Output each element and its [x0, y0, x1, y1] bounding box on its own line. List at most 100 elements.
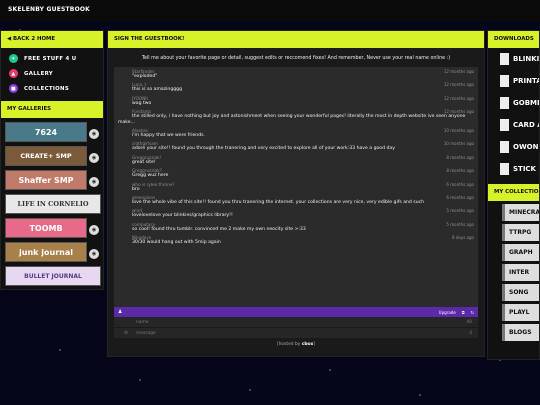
entry-timestamp: 12 months ago	[443, 95, 474, 101]
cbox-toolbar: ♟ Upgrade ⧉ ↻	[114, 307, 478, 317]
entry-timestamp: 5 months ago	[446, 208, 474, 214]
nav-gallery[interactable]: ▲ GALLERY	[1, 66, 103, 81]
message-char-count: 4	[469, 330, 472, 336]
download-label: STICK	[513, 165, 536, 173]
gallery-badge-icon: ◉	[89, 177, 99, 187]
collection-link[interactable]: MINECRAFT	[502, 204, 539, 221]
entry-message: love the whole vibe of this site!! found…	[132, 200, 425, 206]
entry-message: wag two	[132, 100, 152, 106]
gallery-banner-toomb[interactable]: TOOMB	[5, 218, 87, 238]
entry-timestamp: 6 months ago	[446, 195, 474, 201]
guestbook-entry: who is rylee throne? 6 months ago bro	[118, 182, 474, 192]
download-link[interactable]: CARD ACTIVIT	[488, 114, 539, 136]
guestbook-entry: Greggruzziak! 8 months ago great site!	[118, 155, 474, 165]
gift-icon: ✦	[9, 54, 18, 63]
guestbook-entry: Alaskas 10 months ago i'm happy that we we…	[118, 128, 474, 138]
entry-timestamp: 10 months ago	[443, 128, 474, 134]
gallery-badge-icon: ◉	[89, 129, 99, 139]
hosted-by: [hosted by cbox]	[276, 342, 316, 347]
guestbook-entry: computacy 5 months ago so cool! found thru…	[118, 222, 474, 232]
guestbook-entry: Greggruzziak? 8 months ago Gregg wuz here	[118, 168, 474, 178]
gallery-banner-7624[interactable]: 7624	[5, 122, 87, 142]
guestbook-entry: Nikodays 8 days ago 30/30 would hang out w…	[118, 235, 474, 245]
download-label: GOBMI	[513, 99, 539, 107]
download-label: CARD ACTIVIT	[513, 121, 539, 129]
entry-message: adore your site!! found you through the …	[132, 146, 395, 152]
gallery-banner-shaffer-smp[interactable]: Shaffer SMP	[5, 170, 87, 190]
entry-timestamp: 8 months ago	[446, 168, 474, 174]
gallery-banner-create-smp[interactable]: CREATE+ SMP	[5, 146, 87, 166]
downloads-header: DOWNLOADS	[488, 31, 539, 48]
nav-collections[interactable]: ■ COLLECTIONS	[1, 81, 103, 96]
entry-message: the stilled only, i have nothing but joy…	[118, 114, 466, 125]
site-title: SKELENBY GUESTBOOK	[8, 6, 91, 13]
entry-timestamp: 12 months ago	[443, 82, 474, 88]
entry-message: Gregg wuz here	[132, 173, 169, 179]
entry-message: great site!	[132, 159, 156, 165]
entry-author: who is rylee throne?	[132, 181, 175, 187]
collection-link[interactable]: BLOGS	[502, 324, 539, 341]
entry-message: 30/30 would hang out with 5mip again	[132, 240, 221, 246]
entry-message: this is so amazingggg	[132, 87, 183, 93]
image-icon: ▲	[9, 69, 18, 78]
download-label: OWON	[513, 143, 539, 151]
name-char-count: 40	[466, 319, 472, 325]
download-link[interactable]: PRINTA	[488, 70, 539, 92]
entry-timestamp: 5 months ago	[446, 221, 474, 227]
popout-icon[interactable]: ⧉	[462, 310, 465, 315]
upgrade-link[interactable]: Upgrade	[439, 310, 456, 315]
entry-message: bro	[132, 186, 140, 192]
download-thumb-icon	[500, 163, 509, 175]
nav-free-stuff[interactable]: ✦ FREE STUFF 4 U	[1, 51, 103, 66]
download-link[interactable]: BLINKI	[488, 48, 539, 70]
top-bar: SKELENBY GUESTBOOK	[0, 0, 540, 22]
gallery-banner-bullet-journal[interactable]: BULLET JOURNAL	[5, 266, 101, 286]
galleries-header: MY GALLERIES	[1, 101, 103, 118]
collection-link[interactable]: INTER	[502, 264, 539, 281]
download-thumb-icon	[500, 119, 509, 131]
entry-timestamp: 8 days ago	[452, 235, 474, 241]
folder-icon: ■	[9, 84, 18, 93]
refresh-icon[interactable]: ↻	[471, 310, 474, 315]
user-icon[interactable]: ♟	[118, 309, 122, 315]
entry-message: lovelovelove your blinkies/graphics libr…	[132, 213, 233, 219]
left-sidebar: ◀ BACK 2 HOME ✦ FREE STUFF 4 U ▲ GALLERY…	[0, 30, 104, 290]
collection-link[interactable]: GRAPH	[502, 244, 539, 261]
gallery-badge-icon: ◉	[89, 225, 99, 235]
download-thumb-icon	[500, 75, 509, 87]
cbox-link[interactable]: cbox	[302, 342, 314, 347]
entry-message: so cool! found thru tumblr. convinced me…	[132, 226, 306, 232]
collections-header: MY COLLECTIONS	[488, 184, 539, 201]
guestbook-entry: Starfander 12 months ago "exploded"	[118, 69, 474, 79]
guestbook-intro: Tell me about your favorite page or deta…	[141, 56, 451, 61]
collection-link[interactable]: SONG	[502, 284, 539, 301]
name-input[interactable]: name 40	[114, 317, 478, 328]
entry-message: i'm happy that we were friends.	[132, 133, 205, 139]
download-link[interactable]: STICK	[488, 158, 539, 180]
gear-icon[interactable]: ⚙	[124, 331, 128, 336]
gallery-banner-life-in-cornelio[interactable]: LIFE IN CORNELIO	[5, 194, 101, 214]
download-link[interactable]: GOBMI	[488, 92, 539, 114]
gallery-badge-icon: ◉	[89, 153, 99, 163]
entry-message: "exploded"	[132, 74, 158, 79]
download-thumb-icon	[500, 97, 509, 109]
guestbook-entry: JYOONII 12 months ago wag two	[118, 96, 474, 106]
download-link[interactable]: OWON	[488, 136, 539, 158]
guestbook-entry: Fondants 12 months ago the stilled only, i…	[118, 109, 474, 125]
entry-timestamp: 10 months ago	[443, 141, 474, 147]
entry-timestamp: 12 months ago	[443, 69, 474, 74]
download-label: PRINTA	[513, 77, 539, 85]
guestbook-entries[interactable]: Starfander 12 months ago "exploded" Luna :)…	[114, 67, 478, 307]
guestbook-entry: greenpions 6 months ago love the whole vib…	[118, 195, 474, 205]
collection-link[interactable]: TTRPG	[502, 224, 539, 241]
download-thumb-icon	[500, 53, 509, 65]
download-thumb-icon	[500, 141, 509, 153]
guestbook-panel: SIGN THE GUESTBOOK! Tell me about your f…	[107, 30, 485, 357]
collection-link[interactable]: PLAYL	[502, 304, 539, 321]
gallery-banner-junk-journal[interactable]: junk journal	[5, 242, 87, 262]
message-input[interactable]: ⚙ message 4	[114, 328, 478, 339]
entry-timestamp: 8 months ago	[446, 154, 474, 160]
entry-timestamp: 6 months ago	[446, 181, 474, 187]
back-home-link[interactable]: ◀ BACK 2 HOME	[1, 31, 103, 48]
guestbook-entry: wind 5 months ago lovelovelove your blinki…	[118, 208, 474, 218]
